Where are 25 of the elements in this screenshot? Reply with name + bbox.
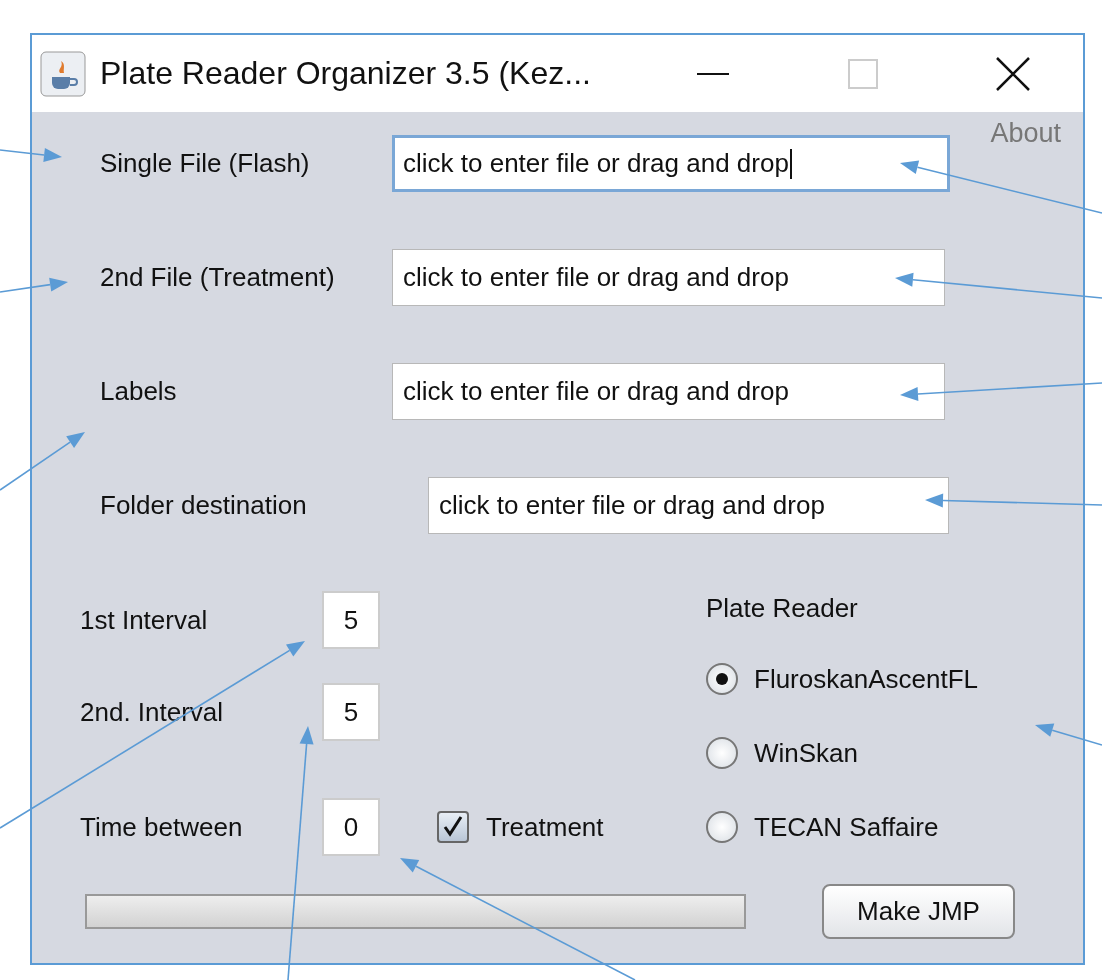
file-input[interactable]: click to enter file or drag and drop [392, 363, 945, 420]
radio-label: WinSkan [754, 737, 859, 769]
field-label: Time between [80, 811, 244, 843]
group-title: Plate Reader [706, 593, 859, 623]
radio-button[interactable] [706, 737, 738, 769]
number-input[interactable]: 0 [322, 798, 380, 856]
number-input[interactable]: 5 [322, 683, 380, 741]
field-label: Single File (Flash) [100, 148, 311, 179]
checkbox-label: Treatment [486, 811, 604, 843]
field-label: Folder destination [100, 490, 308, 521]
radio-label: FluroskanAscentFL [754, 663, 978, 695]
field-label: Labels [100, 376, 178, 407]
field-label: 1st Interval [80, 604, 209, 636]
radio-label: TECAN Saffaire [754, 811, 939, 843]
window-title: Plate Reader Organizer 3.5 (Kez... [100, 55, 591, 92]
number-input[interactable]: 5 [322, 591, 380, 649]
treatment-checkbox[interactable] [437, 811, 469, 843]
field-label: 2nd File (Treatment) [100, 262, 336, 293]
make-jmp-button[interactable]: Make JMP [822, 884, 1015, 939]
radio-button[interactable] [706, 811, 738, 843]
radio-button[interactable] [706, 663, 738, 695]
file-input[interactable]: click to enter file or drag and drop [428, 477, 949, 534]
coffee-cup-icon [40, 50, 86, 97]
file-input[interactable]: click to enter file or drag and drop [392, 135, 950, 192]
file-input[interactable]: click to enter file or drag and drop [392, 249, 945, 306]
